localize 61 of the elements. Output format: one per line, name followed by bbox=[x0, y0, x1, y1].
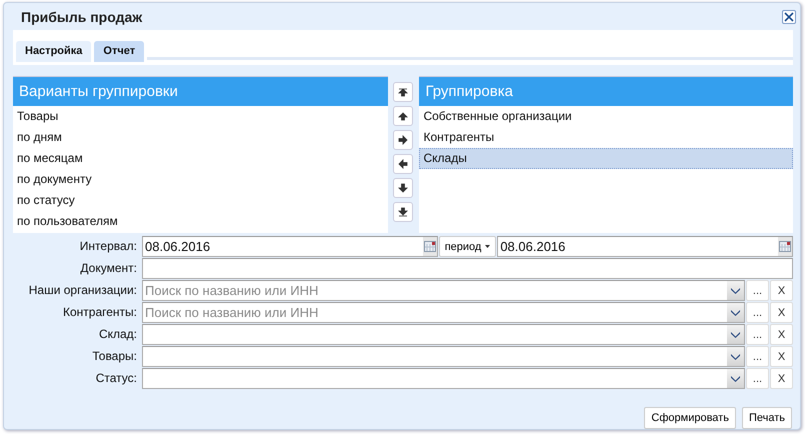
list-item[interactable]: Контрагенты bbox=[419, 126, 793, 148]
field-label: Наши организации: bbox=[28, 282, 137, 299]
close-button[interactable] bbox=[782, 10, 796, 24]
list-item[interactable]: по дням bbox=[13, 126, 388, 148]
list-header: Варианты группировки bbox=[13, 76, 388, 106]
period-dropdown[interactable]: период bbox=[438, 236, 496, 257]
combo-field[interactable] bbox=[142, 324, 745, 345]
arrow-button[interactable] bbox=[393, 82, 414, 102]
clear-button[interactable]: X bbox=[770, 324, 793, 345]
calendar-icon[interactable] bbox=[778, 237, 792, 256]
arrow-button[interactable] bbox=[393, 178, 414, 198]
action-button[interactable]: Сформировать bbox=[644, 407, 736, 429]
more-button[interactable]: ... bbox=[746, 346, 769, 367]
list-item[interactable]: Склады bbox=[419, 148, 793, 169]
left-arrow-icon bbox=[398, 158, 408, 169]
list-item[interactable]: по пользователям bbox=[13, 210, 388, 232]
list-header: Группировка bbox=[419, 76, 793, 106]
clear-button[interactable]: X bbox=[770, 302, 793, 323]
clear-button[interactable]: X bbox=[770, 346, 793, 367]
move-bottom-icon bbox=[398, 206, 408, 217]
list-item[interactable]: по документу bbox=[13, 168, 388, 190]
field-label: Товары: bbox=[91, 348, 137, 365]
move-top-icon bbox=[398, 86, 408, 97]
tab[interactable]: Настройка bbox=[16, 40, 92, 62]
list-item[interactable]: по статусу bbox=[13, 190, 388, 211]
dropdown-icon[interactable] bbox=[727, 347, 744, 366]
more-button[interactable]: ... bbox=[746, 280, 769, 301]
up-arrow-icon bbox=[398, 110, 408, 121]
list-item[interactable]: Собственные организации bbox=[419, 106, 793, 127]
combo-field[interactable] bbox=[142, 346, 745, 367]
field-label: Склад: bbox=[98, 326, 137, 343]
field-label: Интервал: bbox=[78, 238, 137, 255]
right-arrow-icon bbox=[398, 134, 408, 145]
caret-icon bbox=[485, 245, 490, 248]
more-button[interactable]: ... bbox=[746, 368, 769, 389]
text-field[interactable] bbox=[142, 258, 793, 279]
arrow-button[interactable] bbox=[393, 154, 414, 174]
list-item[interactable]: Товары bbox=[13, 106, 388, 127]
action-button[interactable]: Печать bbox=[742, 407, 792, 429]
clear-button[interactable]: X bbox=[770, 368, 793, 389]
down-arrow-icon bbox=[398, 182, 408, 193]
date-field[interactable]: 08.06.2016 bbox=[142, 236, 438, 257]
clear-button[interactable]: X bbox=[770, 280, 793, 301]
tab[interactable]: Отчет bbox=[94, 40, 144, 62]
arrow-button[interactable] bbox=[393, 202, 414, 222]
window-title: Прибыль продаж bbox=[20, 8, 144, 25]
arrow-button[interactable] bbox=[393, 106, 414, 126]
date-field[interactable]: 08.06.2016 bbox=[497, 236, 794, 257]
list-item[interactable]: по месяцам bbox=[13, 148, 388, 169]
calendar-icon[interactable] bbox=[422, 237, 437, 256]
dropdown-icon[interactable] bbox=[727, 369, 744, 388]
combo-field[interactable] bbox=[142, 368, 745, 389]
field-label: Статус: bbox=[94, 370, 137, 387]
dropdown-icon[interactable] bbox=[727, 303, 744, 322]
arrow-button[interactable] bbox=[393, 130, 414, 150]
more-button[interactable]: ... bbox=[746, 302, 769, 323]
field-label: Контрагенты: bbox=[62, 304, 137, 321]
dropdown-icon[interactable] bbox=[727, 281, 744, 300]
more-button[interactable]: ... bbox=[746, 324, 769, 345]
dropdown-icon[interactable] bbox=[727, 325, 744, 344]
field-label: Документ: bbox=[79, 260, 137, 277]
